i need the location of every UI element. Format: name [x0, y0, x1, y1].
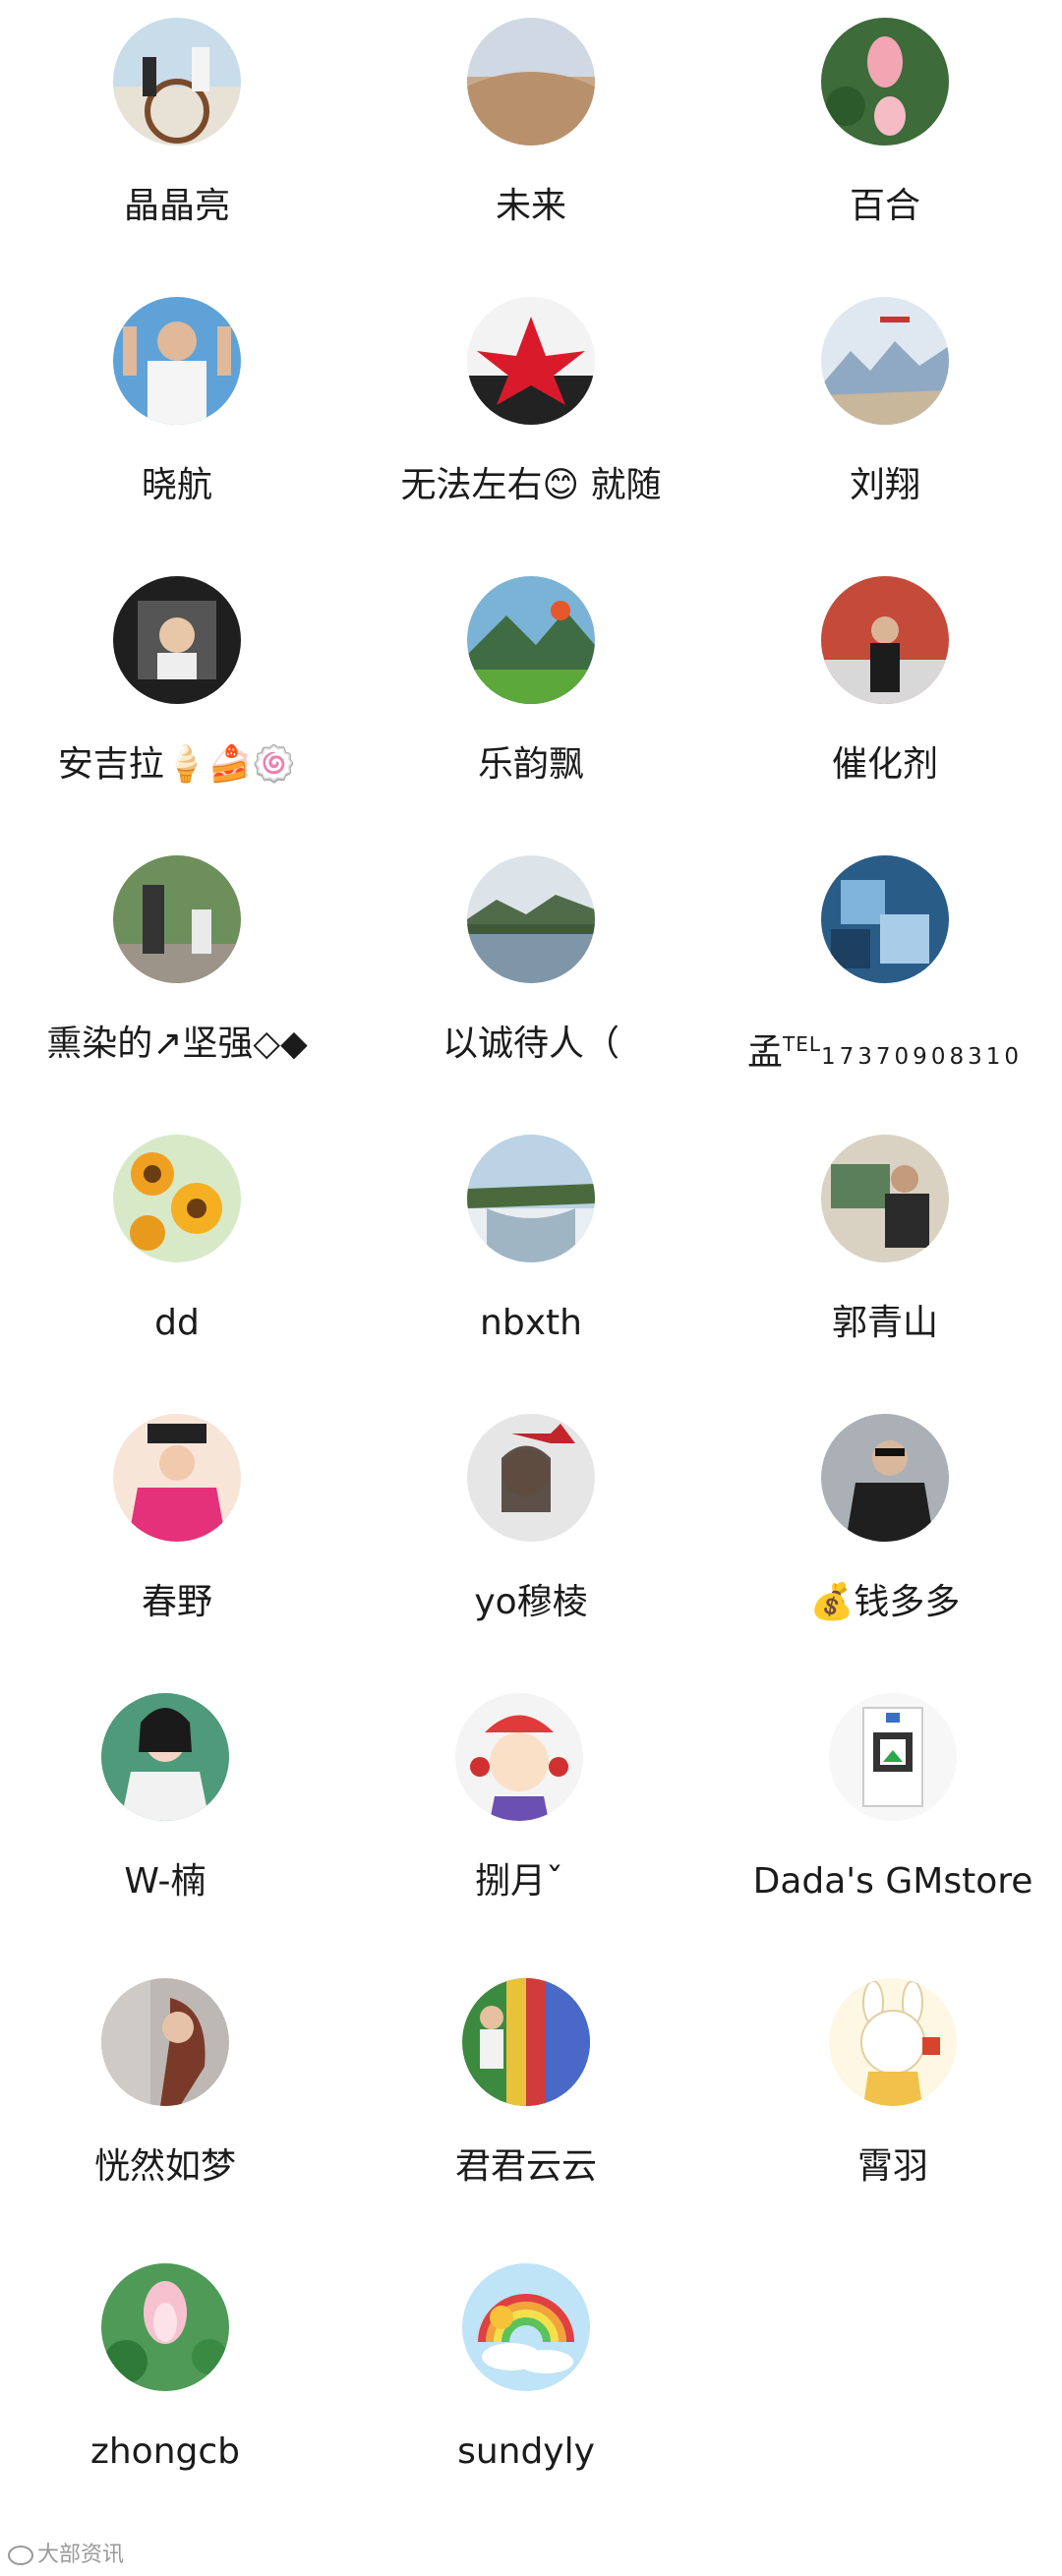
- avatar[interactable]: [829, 1693, 957, 1821]
- member-name: 君君云云: [454, 2146, 597, 2187]
- member-name: zhongcb: [89, 2431, 241, 2472]
- member-name: 乐韵飘: [477, 744, 584, 785]
- avatar[interactable]: [821, 18, 949, 146]
- member-name: 霄羽: [856, 2146, 928, 2187]
- member-name: 晶晶亮: [123, 186, 230, 226]
- avatar[interactable]: [455, 1693, 583, 1821]
- avatar[interactable]: [467, 297, 595, 425]
- member-name: 未来: [495, 186, 566, 226]
- avatar[interactable]: [821, 576, 949, 704]
- avatar[interactable]: [113, 1414, 241, 1542]
- member-item[interactable]: sundyly: [349, 2246, 703, 2482]
- avatar[interactable]: [462, 2263, 590, 2391]
- member-item[interactable]: 安吉拉🍦🍰🍥: [0, 558, 354, 794]
- avatar[interactable]: [113, 18, 241, 146]
- avatar[interactable]: [467, 1414, 595, 1542]
- member-name: sundyly: [457, 2431, 595, 2472]
- member-name: yo穆棱: [474, 1582, 588, 1622]
- member-name: dd: [154, 1303, 200, 1343]
- member-grid: 晶晶亮 未来 百合 晓航 无法左右😊 就随 刘翔 安吉拉�: [0, 0, 1062, 2576]
- member-item[interactable]: 霄羽: [716, 1961, 1062, 2196]
- member-item[interactable]: 以诚待人（: [354, 838, 708, 1074]
- avatar[interactable]: [821, 1414, 949, 1542]
- member-item[interactable]: 未来: [354, 0, 708, 236]
- avatar[interactable]: [113, 576, 241, 704]
- member-name: 以诚待人（: [442, 1024, 620, 1064]
- watermark-text: 大部资讯: [37, 2543, 125, 2567]
- avatar[interactable]: [113, 855, 241, 983]
- member-item[interactable]: 刘翔: [708, 279, 1062, 515]
- member-name: 恍然如梦: [93, 2146, 236, 2187]
- member-name: 催化剂: [831, 744, 938, 785]
- avatar[interactable]: [829, 1978, 957, 2106]
- member-name: 郭青山: [831, 1303, 938, 1343]
- member-name: nbxth: [480, 1303, 582, 1343]
- avatar[interactable]: [101, 1978, 229, 2106]
- member-item[interactable]: 熏染的↗坚强◇◆: [0, 838, 354, 1074]
- member-name: 安吉拉🍦🍰🍥: [57, 744, 297, 785]
- avatar[interactable]: [467, 18, 595, 146]
- avatar[interactable]: [101, 1693, 229, 1821]
- member-item[interactable]: 孟TEL17370908310: [708, 838, 1062, 1074]
- member-name: 熏染的↗坚强◇◆: [46, 1024, 308, 1064]
- avatar[interactable]: [462, 1978, 590, 2106]
- member-item[interactable]: 晶晶亮: [0, 0, 354, 236]
- member-item[interactable]: 乐韵飘: [354, 558, 708, 794]
- member-name: W-楠: [124, 1861, 206, 1902]
- avatar[interactable]: [821, 297, 949, 425]
- member-name: Dada's GMstore: [752, 1861, 1033, 1902]
- weibo-logo-icon: [8, 2546, 33, 2565]
- member-item[interactable]: W-楠: [0, 1675, 342, 1911]
- member-name-main: 孟: [747, 1032, 784, 1073]
- avatar[interactable]: [821, 855, 949, 983]
- member-item[interactable]: 君君云云: [349, 1961, 703, 2196]
- avatar[interactable]: [467, 855, 595, 983]
- avatar[interactable]: [467, 576, 595, 704]
- member-name: 百合: [849, 186, 920, 226]
- watermark: 大部资讯: [8, 2537, 124, 2568]
- member-item[interactable]: 捌月ˇ: [342, 1675, 696, 1911]
- member-name: 刘翔: [849, 465, 920, 505]
- avatar[interactable]: [113, 1135, 241, 1262]
- avatar[interactable]: [467, 1135, 595, 1262]
- member-item[interactable]: 春野: [0, 1396, 354, 1632]
- member-item[interactable]: 郭青山: [708, 1117, 1062, 1353]
- member-item[interactable]: dd: [0, 1117, 354, 1353]
- member-item[interactable]: 恍然如梦: [0, 1961, 342, 2196]
- avatar[interactable]: [821, 1135, 949, 1262]
- member-item[interactable]: 催化剂: [708, 558, 1062, 794]
- avatar[interactable]: [101, 2263, 229, 2391]
- member-item[interactable]: 💰钱多多: [708, 1396, 1062, 1632]
- avatar[interactable]: [113, 297, 241, 425]
- member-name: 孟TEL17370908310: [708, 1023, 1062, 1079]
- phone-number: 17370908310: [821, 1044, 1023, 1070]
- member-item[interactable]: 百合: [708, 0, 1062, 236]
- member-item[interactable]: nbxth: [354, 1117, 708, 1353]
- member-item[interactable]: zhongcb: [0, 2246, 342, 2482]
- member-name: 无法左右😊 就随: [400, 465, 662, 505]
- member-item[interactable]: 无法左右😊 就随: [354, 279, 708, 515]
- member-name: 晓航: [141, 465, 212, 505]
- tel-superscript: TEL: [783, 1032, 822, 1056]
- member-item[interactable]: yo穆棱: [354, 1396, 708, 1632]
- member-name: 捌月ˇ: [474, 1861, 563, 1902]
- member-name: 春野: [141, 1582, 212, 1622]
- member-item[interactable]: 晓航: [0, 279, 354, 515]
- member-name: 💰钱多多: [809, 1582, 961, 1622]
- member-item[interactable]: Dada's GMstore: [716, 1675, 1062, 1911]
